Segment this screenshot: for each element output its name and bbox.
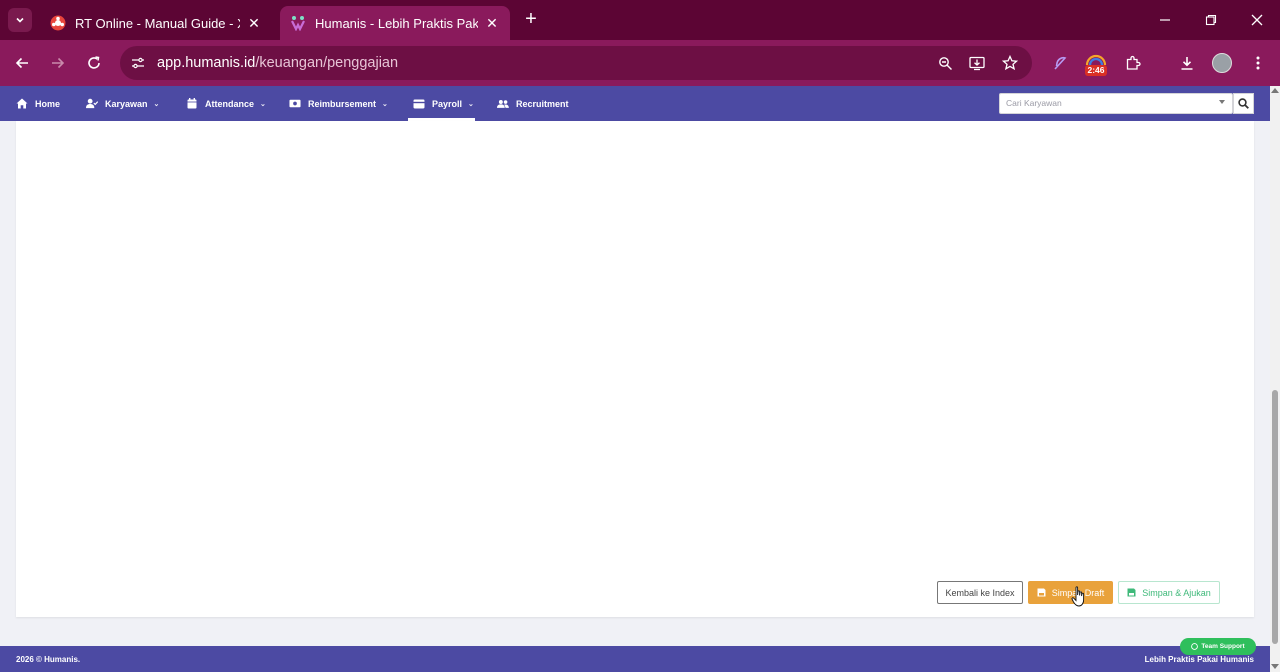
search-icon (1238, 98, 1249, 109)
nav-karyawan[interactable]: Karyawan ⌄ (86, 86, 159, 121)
zoom-icon (938, 56, 952, 70)
site-info-button[interactable] (128, 53, 148, 73)
scrollbar-thumb[interactable] (1272, 390, 1278, 644)
restore-button[interactable] (1188, 0, 1234, 40)
nav-reimbursement[interactable]: Reimbursement ⌄ (289, 86, 388, 121)
tab-rt-online[interactable]: RT Online - Manual Guide - Xmi ✕ (40, 6, 272, 40)
rt-online-favicon-icon (50, 15, 66, 31)
extensions-button[interactable] (1121, 51, 1145, 75)
zoom-button[interactable] (935, 53, 955, 73)
download-icon (1181, 57, 1193, 70)
payroll-form-card (16, 121, 1254, 617)
users-icon (497, 98, 509, 110)
close-icon (1251, 14, 1263, 26)
nav-payroll[interactable]: Payroll ⌄ (413, 86, 474, 121)
nav-label: Home (35, 98, 61, 109)
browser-toolbar: app.humanis.id/keuangan/penggajian (0, 40, 1280, 86)
downloads-button[interactable] (1175, 51, 1199, 75)
close-tab-icon[interactable]: ✕ (246, 15, 262, 32)
puzzle-icon (1126, 55, 1141, 70)
chevron-down-icon: ⌄ (153, 100, 160, 108)
app-footer: 2026 © Humanis. Lebih Praktis Pakai Huma… (0, 646, 1270, 672)
save-icon (1127, 588, 1136, 597)
arrow-left-icon (15, 57, 28, 69)
address-bar[interactable]: app.humanis.id/keuangan/penggajian (120, 46, 1032, 80)
footer-tagline: Lebih Praktis Pakai Humanis (1144, 655, 1254, 664)
minimize-icon (1160, 19, 1170, 21)
back-button[interactable] (10, 51, 34, 75)
url-path: /keuangan/penggajian (255, 55, 399, 71)
browser-tabbar: RT Online - Manual Guide - Xmi ✕ Humanis… (0, 0, 1280, 40)
nav-home[interactable]: Home (16, 86, 60, 121)
tab-search-button[interactable] (8, 8, 32, 32)
nav-label: Reimbursement (308, 98, 377, 109)
reload-button[interactable] (82, 51, 106, 75)
chrome-menu-button[interactable] (1246, 51, 1270, 75)
close-window-button[interactable] (1234, 0, 1280, 40)
extension-badge: 2:46 (1085, 65, 1107, 76)
wallet-icon (413, 98, 425, 110)
minimize-button[interactable] (1142, 0, 1188, 40)
user-check-icon (86, 98, 98, 110)
chevron-down-icon: ⌄ (260, 100, 266, 108)
tab-humanis[interactable]: Humanis - Lebih Praktis Pakai Hu ✕ (280, 6, 510, 40)
caret-down-icon (1219, 100, 1225, 104)
whatsapp-icon (1191, 643, 1199, 650)
url-text[interactable]: app.humanis.id/keuangan/penggajian (157, 55, 398, 71)
nav-label: Attendance (205, 98, 255, 109)
tab-title: RT Online - Manual Guide - Xmi (75, 15, 240, 31)
team-support-button[interactable]: Team Support (1180, 638, 1256, 655)
more-vertical-icon (1256, 56, 1260, 70)
arrow-right-icon (52, 57, 65, 69)
star-icon (1002, 55, 1018, 71)
reload-icon (88, 56, 100, 69)
employee-search-select[interactable]: Cari Karyawan (999, 93, 1233, 114)
back-to-index-button[interactable]: Kembali ke Index (937, 581, 1023, 604)
install-app-button[interactable] (967, 53, 987, 73)
nav-recruitment[interactable]: Recruitment (497, 86, 569, 121)
nav-attendance[interactable]: Attendance ⌄ (186, 86, 266, 121)
nav-label: Karyawan (105, 98, 148, 109)
calendar-icon (186, 98, 198, 110)
scroll-up-arrow-icon[interactable] (1271, 88, 1279, 93)
chevron-down-icon: ⌄ (382, 100, 388, 108)
restore-icon (1205, 14, 1217, 26)
chevron-down-icon: ⌄ (468, 100, 474, 108)
save-and-submit-label: Simpan & Ajukan (1142, 587, 1211, 598)
chevron-down-icon (16, 17, 24, 23)
feather-icon (1054, 56, 1067, 70)
nav-label: Payroll (432, 98, 463, 109)
forward-button[interactable] (46, 51, 70, 75)
extension-feather-button[interactable] (1048, 51, 1072, 75)
install-icon (969, 56, 985, 71)
save-icon (1037, 588, 1046, 597)
tab-title: Humanis - Lebih Praktis Pakai Hu (315, 15, 478, 31)
bookmark-button[interactable] (1000, 53, 1020, 73)
employee-search-button[interactable] (1233, 93, 1254, 114)
new-tab-button[interactable]: + (520, 9, 542, 31)
money-icon (289, 98, 301, 110)
employee-search-placeholder: Cari Karyawan (1006, 98, 1062, 108)
hand-cursor-icon (1071, 586, 1085, 607)
back-to-index-label: Kembali ke Index (945, 587, 1015, 598)
close-tab-icon[interactable]: ✕ (484, 15, 500, 32)
footer-copyright: 2026 © Humanis. (16, 655, 81, 664)
url-domain: app.humanis.id (157, 55, 256, 71)
profile-avatar[interactable] (1212, 53, 1232, 73)
tune-icon (132, 57, 144, 69)
save-and-submit-button[interactable]: Simpan & Ajukan (1118, 581, 1220, 604)
humanis-favicon-icon (291, 16, 305, 31)
team-support-label: Team Support (1201, 643, 1245, 650)
scroll-down-arrow-icon[interactable] (1271, 664, 1279, 669)
nav-label: Recruitment (516, 98, 569, 109)
home-icon (16, 98, 28, 110)
